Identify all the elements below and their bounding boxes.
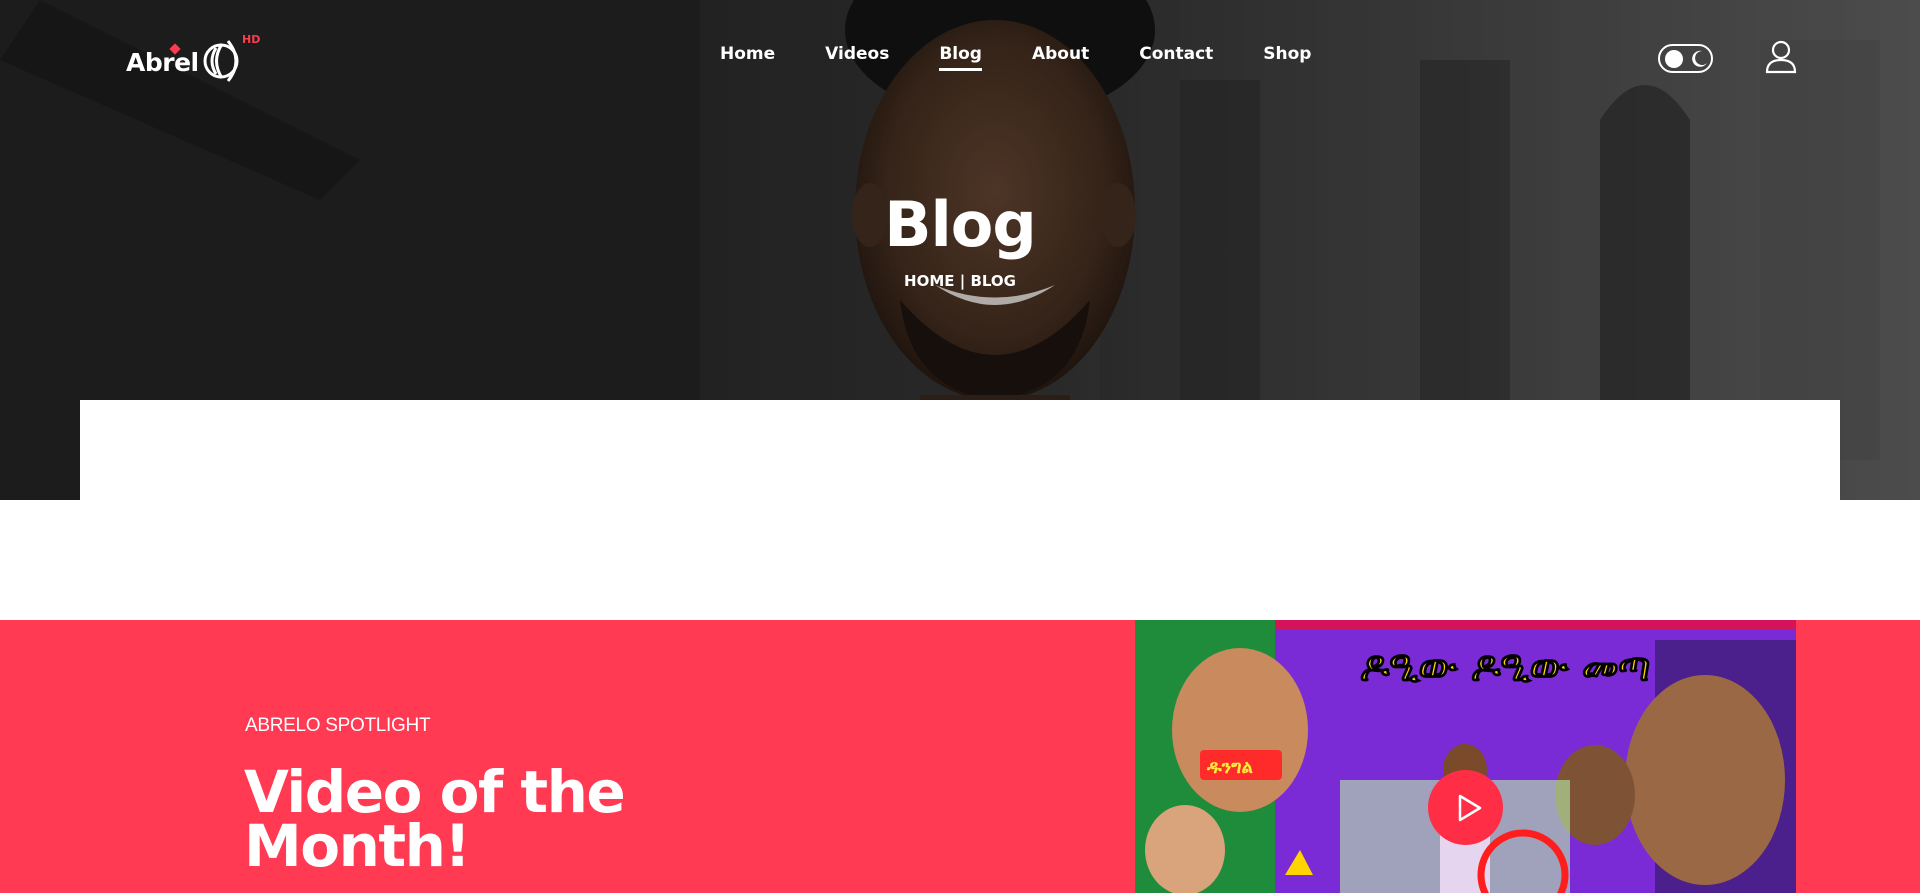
spotlight-title-line-2: Month! [244, 812, 471, 880]
nav-item-home[interactable]: Home [720, 44, 775, 64]
spotlight-kicker: ABRELO SPOTLIGHT [245, 715, 431, 736]
site-logo[interactable]: Abrel HD [126, 33, 266, 86]
moon-icon [1692, 50, 1707, 67]
breadcrumb-home-link[interactable]: HOME [904, 272, 954, 290]
play-button[interactable] [1428, 770, 1503, 845]
thumbnail-caption: ዶዒው ዶዒው መጣ [1360, 644, 1650, 690]
thumbnail-badge: ዱንግል [1206, 757, 1254, 778]
content-panel [80, 400, 1840, 500]
spotlight-title: Video of the Month! [244, 763, 764, 875]
play-icon [1458, 794, 1482, 822]
nav-item-blog[interactable]: Blog [939, 44, 982, 71]
breadcrumb: HOME | BLOG [0, 272, 1920, 290]
sound-waves-logo-icon [203, 40, 239, 82]
page-title: Blog [884, 188, 1036, 261]
video-thumbnail[interactable]: ዶዒው ዶዒው መጣ ዱንግል [1135, 620, 1796, 893]
logo-text: Abrel [126, 48, 199, 77]
nav-item-about[interactable]: About [1032, 44, 1089, 64]
nav-item-shop[interactable]: Shop [1263, 44, 1311, 64]
nav-item-contact[interactable]: Contact [1139, 44, 1213, 64]
video-thumbnail-image: ዶዒው ዶዒው መጣ ዱንግል [1135, 620, 1796, 893]
nav-item-videos[interactable]: Videos [825, 44, 889, 64]
user-icon[interactable] [1765, 40, 1797, 74]
theme-toggle-icon[interactable] [1658, 44, 1713, 73]
video-spotlight-section: ABRELO SPOTLIGHT Video of the Month! ዶዒው… [0, 620, 1920, 893]
toggle-knob [1665, 50, 1683, 68]
logo-hd-badge: HD [242, 33, 261, 46]
main-nav: Home Videos Blog About Contact Shop [720, 44, 1311, 71]
breadcrumb-current: BLOG [970, 272, 1016, 290]
logo-diamond-icon [169, 43, 181, 55]
breadcrumb-separator: | [954, 272, 971, 290]
